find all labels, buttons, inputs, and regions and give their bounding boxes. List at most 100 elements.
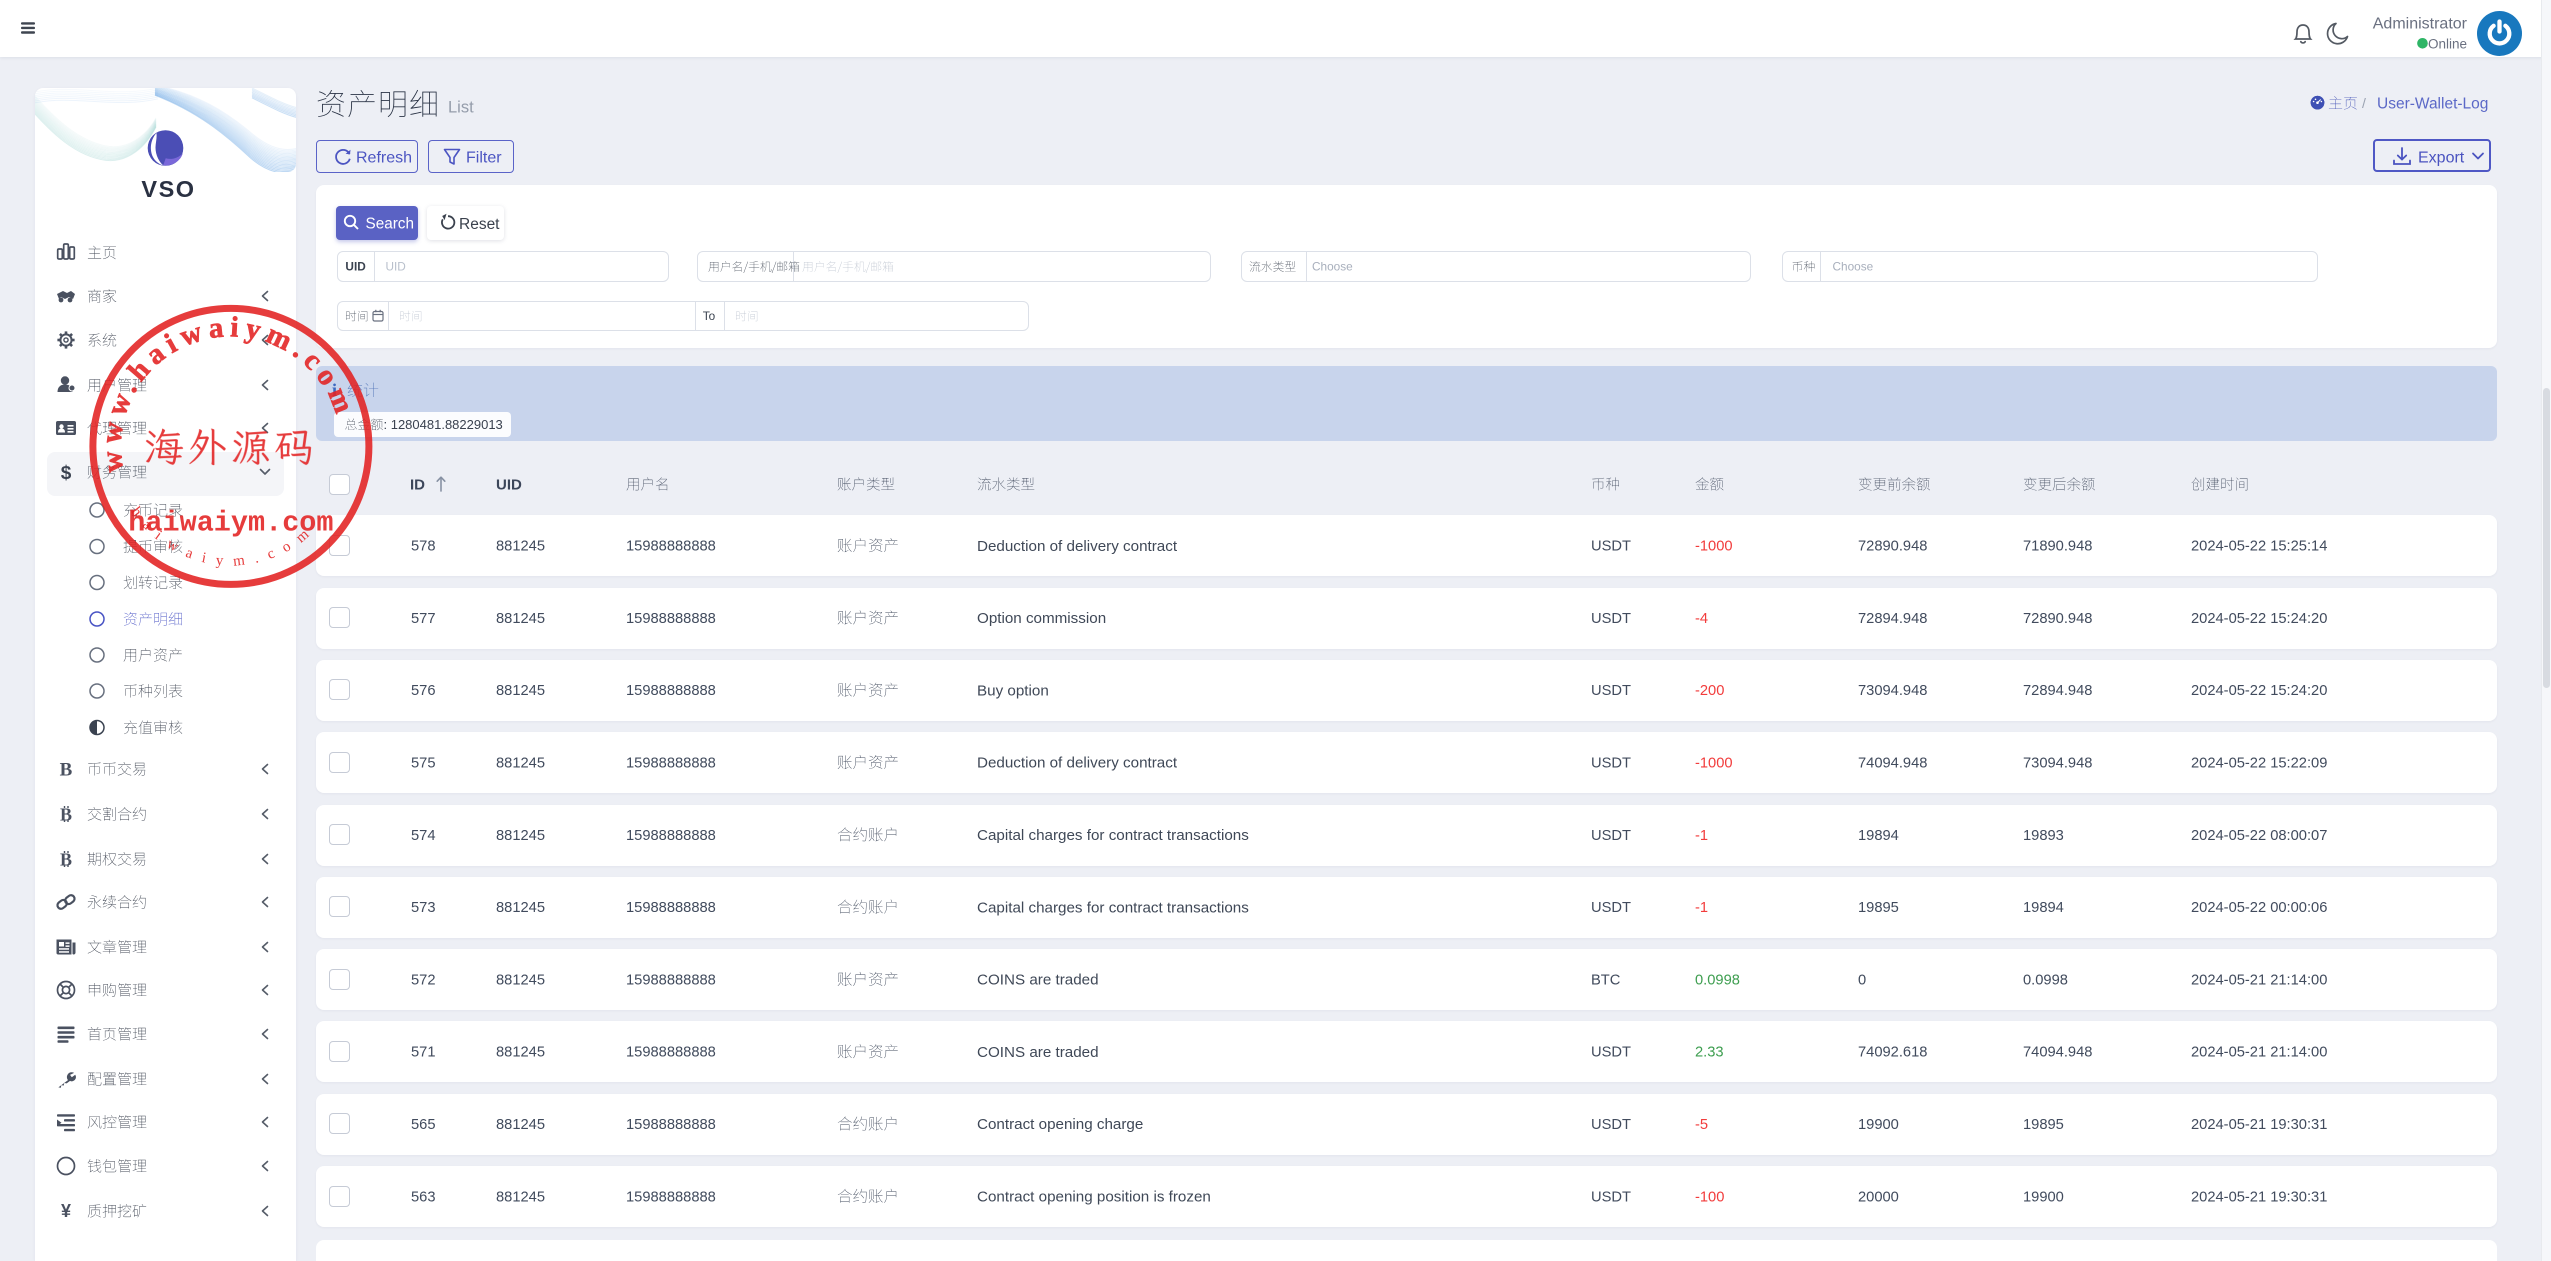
svg-text:881245: 881245 [496, 972, 545, 988]
svg-text:2024-05-22 15:24:20: 2024-05-22 15:24:20 [2191, 683, 2327, 699]
svg-text:74094.948: 74094.948 [1858, 756, 1927, 772]
svg-text:Contract opening charge: Contract opening charge [977, 1116, 1143, 1133]
svg-text:578: 578 [411, 539, 436, 555]
svg-text:15988888888: 15988888888 [626, 683, 716, 699]
svg-text:ID: ID [410, 476, 425, 493]
svg-text:B: B [60, 850, 72, 870]
svg-text:-1: -1 [1695, 900, 1708, 916]
svg-text:15988888888: 15988888888 [626, 611, 716, 627]
svg-text:To: To [703, 309, 716, 323]
svg-text:: 1280481.88229013: : 1280481.88229013 [384, 417, 503, 432]
svg-text:2024-05-21 19:30:31: 2024-05-21 19:30:31 [2191, 1189, 2327, 1205]
svg-text:USDT: USDT [1591, 1045, 1631, 1061]
svg-text:Filter: Filter [466, 149, 502, 166]
svg-text:2024-05-22 15:25:14: 2024-05-22 15:25:14 [2191, 539, 2327, 555]
svg-text:Deduction of delivery contract: Deduction of delivery contract [977, 538, 1178, 555]
svg-text:USDT: USDT [1591, 828, 1631, 844]
svg-text:Online: Online [2428, 36, 2467, 51]
svg-text:Buy option: Buy option [977, 682, 1049, 699]
svg-text:574: 574 [411, 828, 436, 844]
svg-text:15988888888: 15988888888 [626, 1045, 716, 1061]
svg-text:2024-05-22 15:22:09: 2024-05-22 15:22:09 [2191, 756, 2327, 772]
svg-text:Reset: Reset [459, 216, 500, 233]
svg-text:2024-05-21 19:30:31: 2024-05-21 19:30:31 [2191, 1117, 2327, 1133]
svg-text:-100: -100 [1695, 1189, 1724, 1205]
svg-text:BTC: BTC [1591, 972, 1621, 988]
svg-text:2024-05-22 15:24:20: 2024-05-22 15:24:20 [2191, 611, 2327, 627]
svg-text:USDT: USDT [1591, 539, 1631, 555]
svg-text:573: 573 [411, 900, 436, 916]
svg-text:881245: 881245 [496, 1117, 545, 1133]
svg-text:USDT: USDT [1591, 1189, 1631, 1205]
svg-text:19894: 19894 [2023, 900, 2064, 916]
svg-text:576: 576 [411, 683, 436, 699]
svg-text:15988888888: 15988888888 [626, 900, 716, 916]
svg-text:UID: UID [345, 260, 366, 274]
svg-text:UID: UID [496, 476, 522, 493]
svg-text:-1000: -1000 [1695, 756, 1733, 772]
svg-text:73094.948: 73094.948 [2023, 756, 2092, 772]
svg-text:19895: 19895 [2023, 1117, 2064, 1133]
svg-text:2024-05-22 08:00:07: 2024-05-22 08:00:07 [2191, 828, 2327, 844]
svg-text:Contract opening position is f: Contract opening position is frozen [977, 1189, 1211, 1206]
svg-text:2024-05-21 21:14:00: 2024-05-21 21:14:00 [2191, 972, 2327, 988]
svg-text:15988888888: 15988888888 [626, 972, 716, 988]
svg-text:www.haiwaiym.com: www.haiwaiym.com [95, 311, 362, 474]
svg-text:List: List [448, 98, 474, 116]
svg-text:19893: 19893 [2023, 828, 2064, 844]
svg-text:577: 577 [411, 611, 436, 627]
svg-text:19900: 19900 [2023, 1189, 2064, 1205]
svg-text:USDT: USDT [1591, 900, 1631, 916]
svg-text:19900: 19900 [1858, 1117, 1899, 1133]
svg-text:572: 572 [411, 972, 436, 988]
svg-text:Deduction of delivery contract: Deduction of delivery contract [977, 755, 1178, 772]
svg-text:USDT: USDT [1591, 1117, 1631, 1133]
svg-text:0: 0 [1858, 972, 1866, 988]
svg-text:Choose: Choose [1833, 260, 1874, 274]
svg-text:15988888888: 15988888888 [626, 756, 716, 772]
svg-text:15988888888: 15988888888 [626, 539, 716, 555]
svg-text:-5: -5 [1695, 1117, 1708, 1133]
svg-text:2024-05-22 00:00:06: 2024-05-22 00:00:06 [2191, 900, 2327, 916]
svg-text:Option commission: Option commission [977, 610, 1106, 627]
svg-text:Capital charges for contract t: Capital charges for contract transaction… [977, 827, 1249, 844]
svg-text:B: B [60, 805, 72, 825]
svg-text:881245: 881245 [496, 539, 545, 555]
svg-text:72894.948: 72894.948 [2023, 683, 2092, 699]
svg-text:VSO: VSO [141, 176, 195, 202]
svg-text:19894: 19894 [1858, 828, 1899, 844]
svg-text:0.0998: 0.0998 [1695, 972, 1740, 988]
svg-text:-1: -1 [1695, 828, 1708, 844]
svg-text:20000: 20000 [1858, 1189, 1899, 1205]
svg-text:571: 571 [411, 1045, 436, 1061]
svg-text:2024-05-21 21:14:00: 2024-05-21 21:14:00 [2191, 1045, 2327, 1061]
svg-text:COINS are traded: COINS are traded [977, 972, 1099, 989]
svg-text:Choose: Choose [1312, 260, 1353, 274]
svg-text:-1000: -1000 [1695, 539, 1733, 555]
svg-text:15988888888: 15988888888 [626, 1189, 716, 1205]
svg-text:$: $ [61, 463, 72, 484]
svg-text:881245: 881245 [496, 900, 545, 916]
svg-text:881245: 881245 [496, 1045, 545, 1061]
svg-text:haiwaiym.com: haiwaiym.com [128, 506, 333, 539]
svg-text:74094.948: 74094.948 [2023, 1045, 2092, 1061]
svg-text:Export: Export [2418, 149, 2465, 166]
svg-text:15988888888: 15988888888 [626, 828, 716, 844]
svg-text:881245: 881245 [496, 683, 545, 699]
svg-text:72890.948: 72890.948 [2023, 611, 2092, 627]
svg-text:2.33: 2.33 [1695, 1045, 1724, 1061]
svg-text:881245: 881245 [496, 611, 545, 627]
svg-text:19895: 19895 [1858, 900, 1899, 916]
svg-text:72894.948: 72894.948 [1858, 611, 1927, 627]
svg-text:Refresh: Refresh [356, 149, 412, 166]
svg-text:Search: Search [366, 216, 414, 233]
svg-text:UID: UID [386, 260, 406, 274]
svg-text:Administrator: Administrator [2373, 16, 2468, 33]
svg-text:COINS are traded: COINS are traded [977, 1044, 1099, 1061]
svg-text:B: B [60, 760, 73, 781]
svg-text:-4: -4 [1695, 611, 1708, 627]
svg-text:565: 565 [411, 1117, 436, 1133]
svg-text:/: / [2362, 95, 2366, 111]
svg-text:0.0998: 0.0998 [2023, 972, 2068, 988]
svg-text:563: 563 [411, 1189, 436, 1205]
